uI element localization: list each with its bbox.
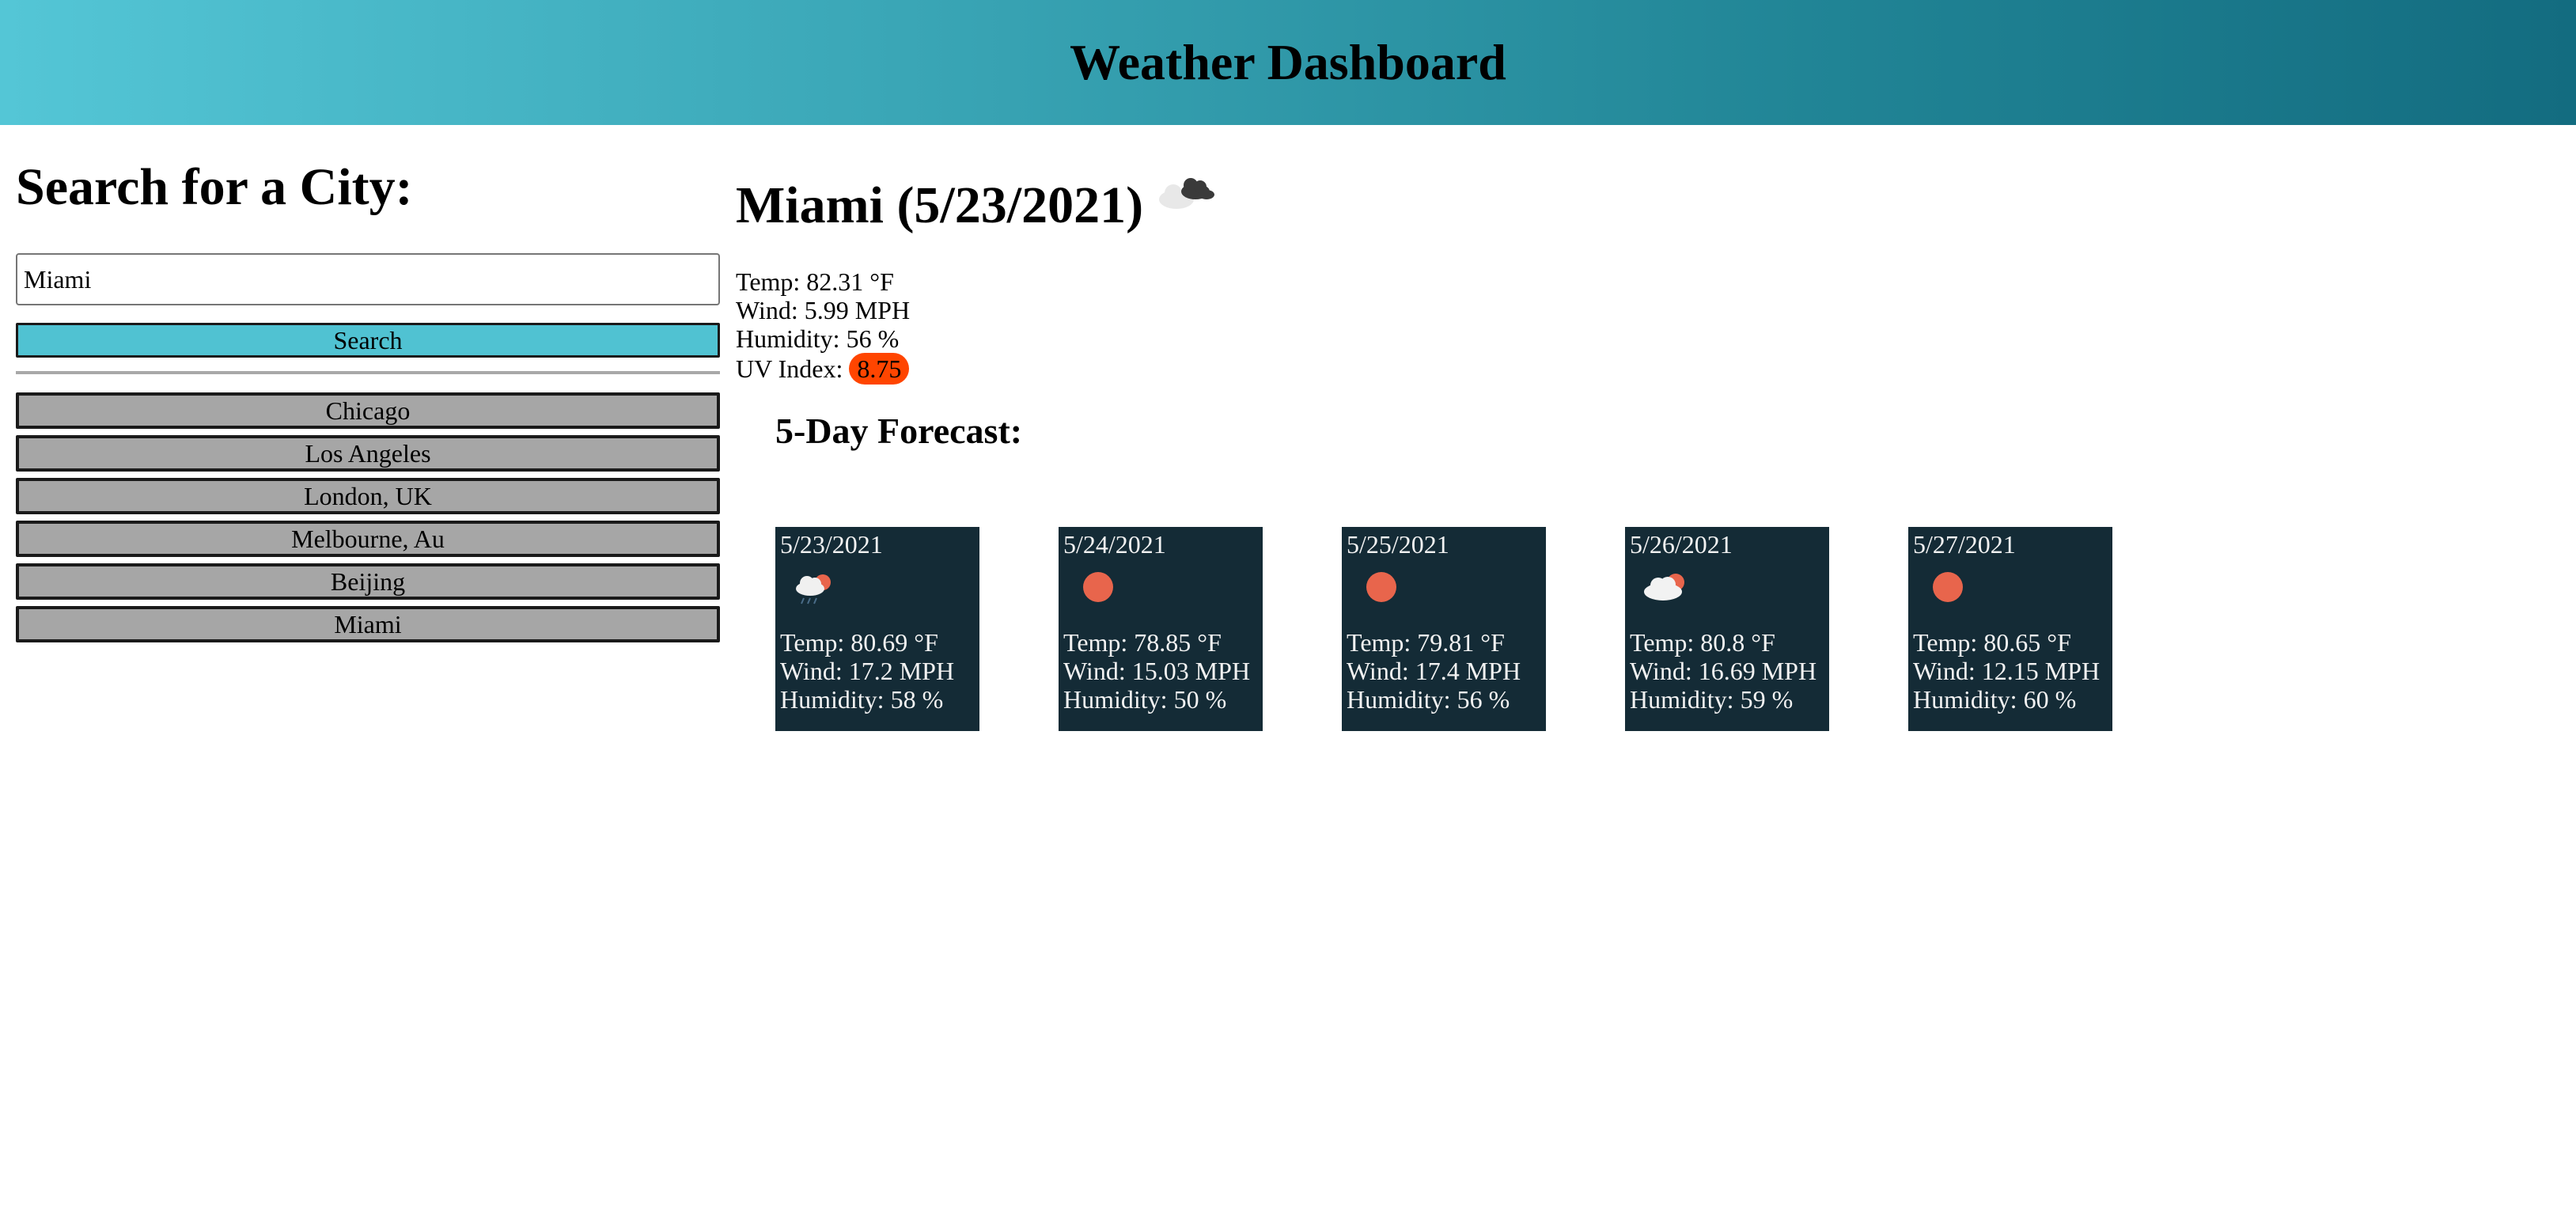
forecast-humidity: Humidity: 56 % xyxy=(1347,685,1510,714)
forecast-date: 5/25/2021 xyxy=(1347,530,1449,559)
forecast-wind: Wind: 16.69 MPH xyxy=(1630,657,1817,685)
clear-sky-icon xyxy=(1074,568,1122,613)
forecast-humidity: Humidity: 60 % xyxy=(1913,685,2077,714)
history-city-button[interactable]: Miami xyxy=(16,606,720,642)
forecast-date: 5/26/2021 xyxy=(1630,530,1733,559)
sidebar-divider xyxy=(16,371,720,374)
broken-clouds-icon xyxy=(1154,172,1218,216)
forecast-card: 5/25/2021 Temp: 79.81 °F Wind: 17.4 MPH … xyxy=(1342,527,1546,731)
uv-index-label: UV Index: xyxy=(736,354,850,383)
forecast-details: Temp: 78.85 °F Wind: 15.03 MPH Humidity:… xyxy=(1063,628,1250,714)
current-city-title: Miami (5/23/2021) xyxy=(736,176,1144,234)
clear-sky-icon xyxy=(1924,568,1972,613)
current-weather-header: Miami (5/23/2021) xyxy=(736,166,2555,245)
clear-sky-icon xyxy=(1358,568,1405,613)
forecast-humidity: Humidity: 50 % xyxy=(1063,685,1227,714)
light-rain-icon xyxy=(791,568,839,613)
forecast-details: Temp: 80.8 °F Wind: 16.69 MPH Humidity: … xyxy=(1630,628,1816,714)
current-wind: Wind: 5.99 MPH xyxy=(736,296,911,324)
few-clouds-icon xyxy=(1641,568,1696,613)
forecast-card: 5/26/2021 Temp: 80.8 °F Wind: 16.69 MPH … xyxy=(1625,527,1829,731)
page-header: Weather Dashboard xyxy=(0,0,2576,125)
search-history: Chicago Los Angeles London, UK Melbourne… xyxy=(16,392,720,649)
forecast-date: 5/23/2021 xyxy=(780,530,883,559)
forecast-details: Temp: 79.81 °F Wind: 17.4 MPH Humidity: … xyxy=(1347,628,1521,714)
history-city-button[interactable]: Los Angeles xyxy=(16,435,720,472)
forecast-temp: Temp: 78.85 °F xyxy=(1063,628,1222,657)
forecast-card: 5/23/2021 Temp: 80.69 °F Wind: 17.2 MPH … xyxy=(775,527,979,731)
forecast-date: 5/27/2021 xyxy=(1913,530,2016,559)
forecast-card: 5/24/2021 Temp: 78.85 °F Wind: 15.03 MPH… xyxy=(1059,527,1263,731)
weather-main: Miami (5/23/2021) Temp: 82.31 °F Wind: 5… xyxy=(736,166,2555,731)
history-city-button[interactable]: Chicago xyxy=(16,392,720,429)
forecast-wind: Wind: 12.15 MPH xyxy=(1913,657,2101,685)
forecast-card: 5/27/2021 Temp: 80.65 °F Wind: 12.15 MPH… xyxy=(1908,527,2112,731)
current-temp: Temp: 82.31 °F xyxy=(736,267,894,296)
uv-index-badge: 8.75 xyxy=(849,353,910,385)
forecast-wind: Wind: 15.03 MPH xyxy=(1063,657,1251,685)
search-button[interactable]: Search xyxy=(16,323,720,358)
forecast-temp: Temp: 79.81 °F xyxy=(1347,628,1505,657)
current-weather-stats: Temp: 82.31 °F Wind: 5.99 MPH Humidity: … xyxy=(736,267,910,385)
forecast-date: 5/24/2021 xyxy=(1063,530,1166,559)
search-heading: Search for a City: xyxy=(16,158,413,216)
history-city-button[interactable]: Melbourne, Au xyxy=(16,521,720,557)
forecast-temp: Temp: 80.69 °F xyxy=(780,628,938,657)
city-search-input[interactable] xyxy=(16,253,720,305)
forecast-wind: Wind: 17.2 MPH xyxy=(780,657,955,685)
forecast-humidity: Humidity: 58 % xyxy=(780,685,944,714)
forecast-heading: 5-Day Forecast: xyxy=(775,411,1023,451)
history-city-button[interactable]: London, UK xyxy=(16,478,720,514)
forecast-temp: Temp: 80.8 °F xyxy=(1630,628,1775,657)
forecast-details: Temp: 80.65 °F Wind: 12.15 MPH Humidity:… xyxy=(1913,628,2100,714)
forecast-temp: Temp: 80.65 °F xyxy=(1913,628,2071,657)
forecast-details: Temp: 80.69 °F Wind: 17.2 MPH Humidity: … xyxy=(780,628,954,714)
forecast-humidity: Humidity: 59 % xyxy=(1630,685,1794,714)
history-city-button[interactable]: Beijing xyxy=(16,563,720,600)
forecast-wind: Wind: 17.4 MPH xyxy=(1347,657,1521,685)
search-sidebar: Search for a City: Search Chicago Los An… xyxy=(16,155,720,642)
current-humidity: Humidity: 56 % xyxy=(736,324,900,353)
app-title: Weather Dashboard xyxy=(1070,34,1506,90)
current-uv-row: UV Index: 8.75 xyxy=(736,353,910,385)
